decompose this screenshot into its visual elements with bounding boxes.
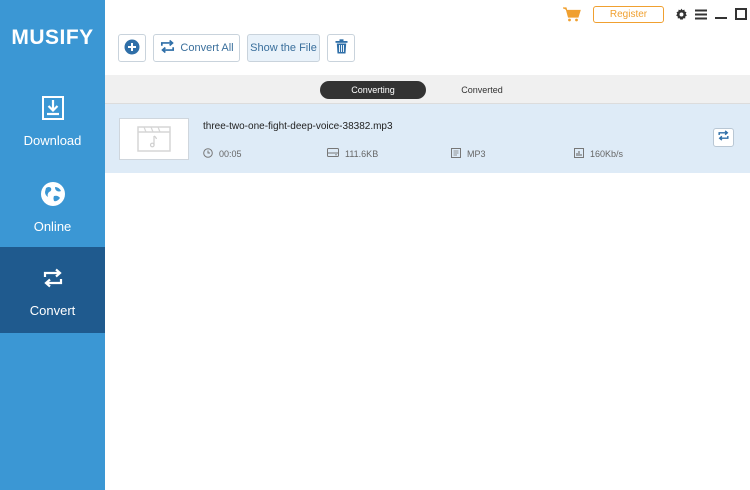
minimize-icon[interactable]	[713, 6, 729, 22]
convert-file-button[interactable]	[713, 128, 734, 147]
window-controls: Register	[560, 0, 750, 30]
sidebar: MUSIFY Download Online Convert	[0, 0, 105, 490]
tab-converted[interactable]: Converted	[435, 81, 529, 99]
bitrate-value: 160Kb/s	[590, 149, 624, 159]
maximize-icon[interactable]	[733, 6, 749, 22]
clock-icon	[203, 148, 213, 160]
file-size-value: 111.6KB	[345, 148, 379, 159]
sidebar-item-online[interactable]: Online	[0, 171, 105, 257]
tab-strip: Converting Converted	[105, 75, 750, 104]
file-format: MP3	[451, 148, 486, 160]
sidebar-item-download[interactable]: Download	[0, 85, 105, 171]
convert-icon	[717, 129, 730, 147]
trash-icon	[335, 39, 348, 57]
duration-value: 00:05	[219, 149, 242, 159]
drive-icon	[327, 148, 339, 159]
convert-icon	[38, 263, 68, 293]
convert-all-button[interactable]: Convert All	[153, 34, 240, 62]
sidebar-item-label: Convert	[29, 303, 76, 318]
duration: 00:05	[203, 148, 242, 160]
file-format-value: MP3	[467, 149, 486, 159]
bitrate: 160Kb/s	[574, 148, 623, 160]
file-name: three-two-one-fight-deep-voice-38382.mp3	[203, 121, 393, 132]
gear-icon[interactable]	[673, 6, 689, 22]
file-size: 111.6KB	[327, 148, 378, 159]
sidebar-item-label: Download	[23, 133, 82, 148]
file-list-empty-area	[105, 173, 750, 490]
format-file-icon	[451, 148, 461, 160]
globe-icon	[38, 179, 68, 209]
toolbar: Convert All Show the File Register	[105, 0, 750, 75]
convert-all-label: Convert All	[180, 42, 234, 54]
music-file-icon	[137, 126, 171, 152]
show-file-button[interactable]: Show the File	[247, 34, 320, 62]
download-icon	[38, 93, 68, 123]
tab-converting[interactable]: Converting	[320, 81, 426, 99]
delete-button[interactable]	[327, 34, 355, 62]
app-logo: MUSIFY	[11, 26, 94, 49]
file-thumbnail	[119, 118, 189, 160]
cart-icon[interactable]	[563, 7, 581, 27]
bitrate-icon	[574, 148, 584, 160]
list-item[interactable]: three-two-one-fight-deep-voice-38382.mp3…	[105, 104, 750, 173]
convert-icon	[159, 38, 176, 58]
add-button[interactable]	[118, 34, 146, 62]
sidebar-item-convert[interactable]: Convert	[0, 247, 105, 333]
plus-circle-icon	[124, 39, 140, 58]
menu-icon[interactable]	[693, 6, 709, 22]
sidebar-item-label: Online	[33, 219, 72, 234]
register-button[interactable]: Register	[593, 6, 664, 23]
